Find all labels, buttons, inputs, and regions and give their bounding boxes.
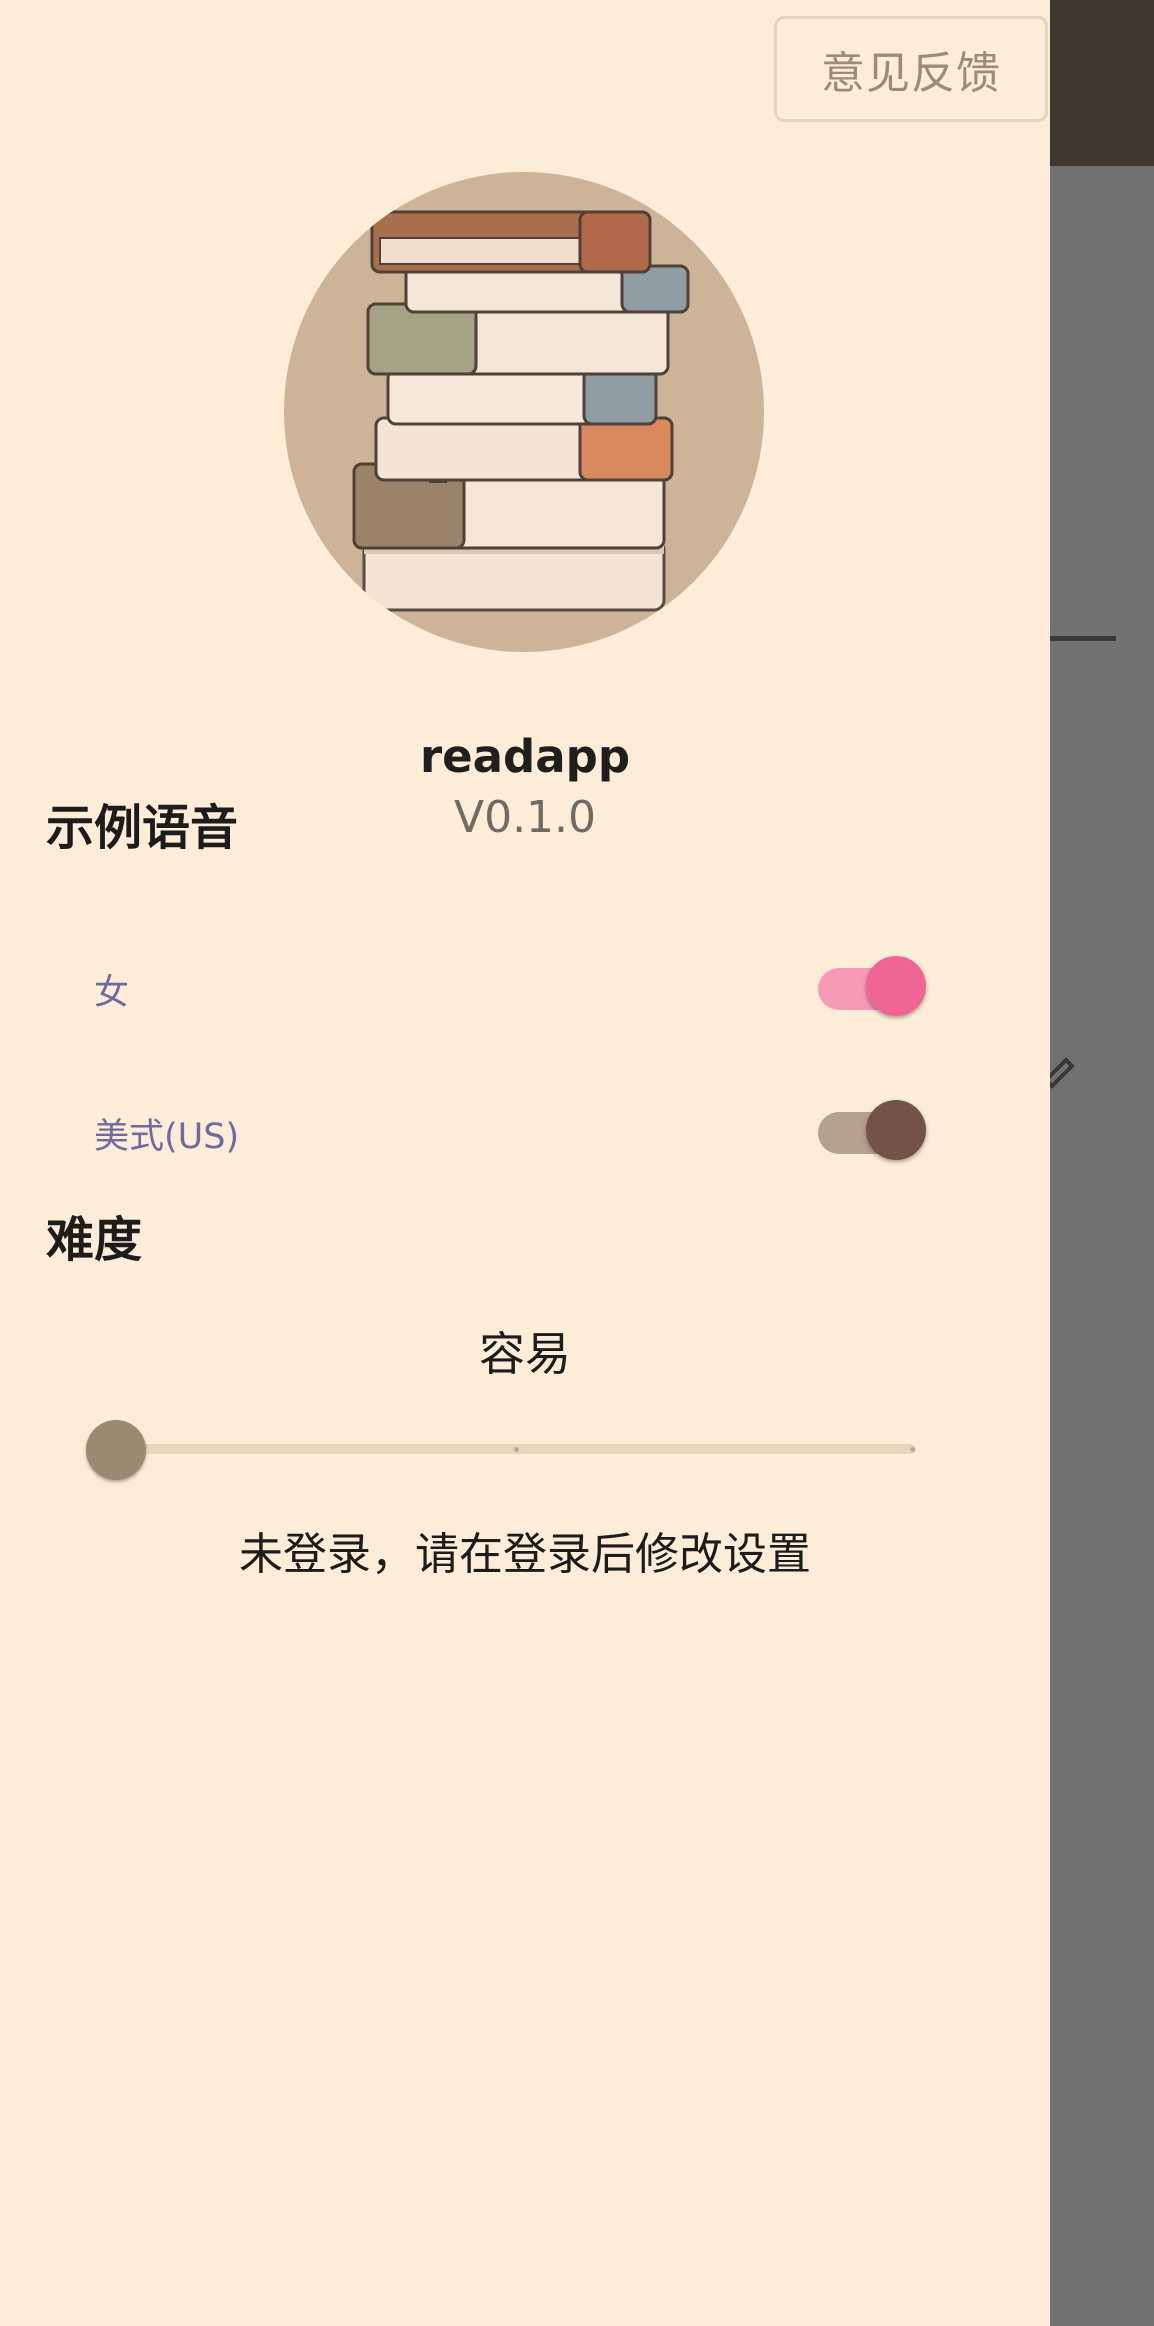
- voice-us-accent-toggle[interactable]: [818, 1100, 928, 1164]
- toggle-thumb: [866, 956, 926, 1016]
- background-divider: [1050, 636, 1116, 641]
- app-name: readapp: [419, 730, 631, 783]
- background-app-bar: [1050, 0, 1154, 166]
- voice-section-title: 示例语音: [46, 800, 239, 856]
- navigation-drawer: 意见反馈 readapp V0.1.0 示例语音 女 美式(US) 难度 容易 …: [0, 0, 1050, 2326]
- book-stack-icon: [352, 210, 690, 612]
- drawer-scrim[interactable]: [1050, 166, 1154, 2326]
- voice-female-label: 女: [94, 973, 130, 1013]
- slider-tick: [514, 1447, 519, 1452]
- difficulty-slider[interactable]: [86, 1418, 936, 1482]
- voice-female-toggle[interactable]: [818, 956, 928, 1020]
- slider-tick: [910, 1447, 915, 1452]
- login-required-message: 未登录，请在登录后修改设置: [239, 1529, 811, 1580]
- difficulty-section-title: 难度: [46, 1212, 143, 1268]
- voice-us-accent-label: 美式(US): [94, 1117, 240, 1157]
- app-avatar: [284, 172, 764, 652]
- difficulty-value-label: 容易: [479, 1327, 571, 1381]
- toggle-thumb: [866, 1100, 926, 1160]
- feedback-button[interactable]: 意见反馈: [774, 16, 1048, 122]
- slider-handle[interactable]: [86, 1420, 146, 1480]
